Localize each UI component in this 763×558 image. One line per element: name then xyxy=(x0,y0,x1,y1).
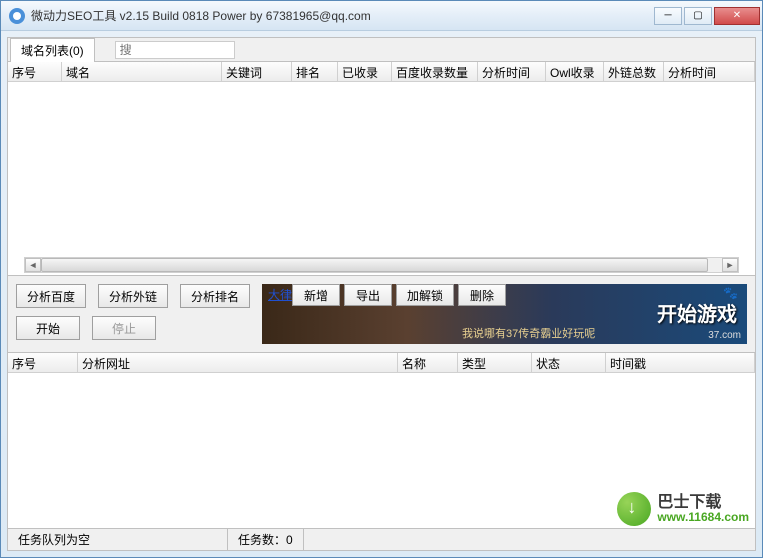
rcol-index[interactable]: 序号 xyxy=(8,353,78,372)
maximize-button[interactable]: ▢ xyxy=(684,7,712,25)
watermark-cn: 巴士下载 xyxy=(657,494,749,512)
tabbar: 域名列表(0) xyxy=(8,38,755,62)
app-window: 微动力SEO工具 v2.15 Build 0818 Power by 67381… xyxy=(0,0,763,558)
analyze-baidu-button[interactable]: 分析百度 xyxy=(16,284,86,308)
search-input[interactable] xyxy=(115,41,235,59)
banner-corner-text: 37.com xyxy=(708,330,741,341)
col-analyze-time[interactable]: 分析时间 xyxy=(478,62,546,81)
add-button[interactable]: 新增 xyxy=(292,284,340,306)
delete-button[interactable]: 删除 xyxy=(458,284,506,306)
domain-list-pane: 域名列表(0) 序号 域名 关键词 排名 已收录 百度收录数量 分析时间 Owl… xyxy=(8,38,755,276)
action-buttons: 分析百度 分析外链 分析排名 开始 停止 xyxy=(16,284,250,344)
col-index[interactable]: 序号 xyxy=(8,62,62,81)
tab-domain-list[interactable]: 域名列表(0) xyxy=(10,38,95,62)
status-queue: 任务队列为空 xyxy=(8,529,228,550)
hscrollbar[interactable]: ◄ ► xyxy=(24,257,739,273)
rcol-name[interactable]: 名称 xyxy=(398,353,458,372)
banner-sub-text: 我说哪有37传奇霸业好玩呢 xyxy=(462,325,595,341)
result-table-header: 序号 分析网址 名称 类型 状态 时间戳 xyxy=(8,353,755,373)
watermark-text: 巴士下载 www.11684.com xyxy=(657,494,749,525)
rcol-status[interactable]: 状态 xyxy=(532,353,606,372)
rcol-type[interactable]: 类型 xyxy=(458,353,532,372)
titlebar: 微动力SEO工具 v2.15 Build 0818 Power by 67381… xyxy=(1,1,762,31)
col-baidu-count[interactable]: 百度收录数量 xyxy=(392,62,478,81)
domain-table-header: 序号 域名 关键词 排名 已收录 百度收录数量 分析时间 Owl收录 外链总数 … xyxy=(8,62,755,82)
banner-toolbar: 新增 导出 加解锁 删除 xyxy=(292,284,506,306)
window-title: 微动力SEO工具 v2.15 Build 0818 Power by 67381… xyxy=(31,7,654,24)
status-count: 任务数：0 xyxy=(228,529,304,550)
ad-banner[interactable]: 大律师 新增 导出 加解锁 删除 🐾 开始游戏 我说哪有37传奇霸业好玩呢 37… xyxy=(262,284,747,344)
client-area: 域名列表(0) 序号 域名 关键词 排名 已收录 百度收录数量 分析时间 Owl… xyxy=(7,37,756,551)
analyze-links-button[interactable]: 分析外链 xyxy=(98,284,168,308)
col-owl[interactable]: Owl收录 xyxy=(546,62,604,81)
stop-button[interactable]: 停止 xyxy=(92,316,156,340)
col-keyword[interactable]: 关键词 xyxy=(222,62,292,81)
domain-table: 序号 域名 关键词 排名 已收录 百度收录数量 分析时间 Owl收录 外链总数 … xyxy=(8,62,755,275)
scroll-track[interactable] xyxy=(41,258,722,272)
scroll-right-icon[interactable]: ► xyxy=(722,258,738,272)
watermark-url: www.11684.com xyxy=(657,511,749,524)
app-icon xyxy=(9,8,25,24)
watermark: 巴士下载 www.11684.com xyxy=(617,492,749,526)
start-button[interactable]: 开始 xyxy=(16,316,80,340)
col-analyze-time2[interactable]: 分析时间 xyxy=(664,62,755,81)
window-controls: ─ ▢ ✕ xyxy=(654,7,760,25)
export-button[interactable]: 导出 xyxy=(344,284,392,306)
rcol-url[interactable]: 分析网址 xyxy=(78,353,398,372)
col-domain[interactable]: 域名 xyxy=(62,62,222,81)
banner-main-text: 开始游戏 xyxy=(657,298,737,327)
col-rank[interactable]: 排名 xyxy=(292,62,338,81)
col-backlinks[interactable]: 外链总数 xyxy=(604,62,664,81)
scroll-thumb[interactable] xyxy=(41,258,708,272)
col-indexed[interactable]: 已收录 xyxy=(338,62,392,81)
minimize-button[interactable]: ─ xyxy=(654,7,682,25)
close-button[interactable]: ✕ xyxy=(714,7,760,25)
download-icon xyxy=(617,492,651,526)
control-pane: 分析百度 分析外链 分析排名 开始 停止 大律师 新增 导出 加解锁 删除 🐾 xyxy=(8,276,755,353)
analyze-rank-button[interactable]: 分析排名 xyxy=(180,284,250,308)
scroll-left-icon[interactable]: ◄ xyxy=(25,258,41,272)
rcol-timestamp[interactable]: 时间戳 xyxy=(606,353,755,372)
statusbar: 任务队列为空 任务数：0 xyxy=(8,528,755,550)
lock-button[interactable]: 加解锁 xyxy=(396,284,454,306)
